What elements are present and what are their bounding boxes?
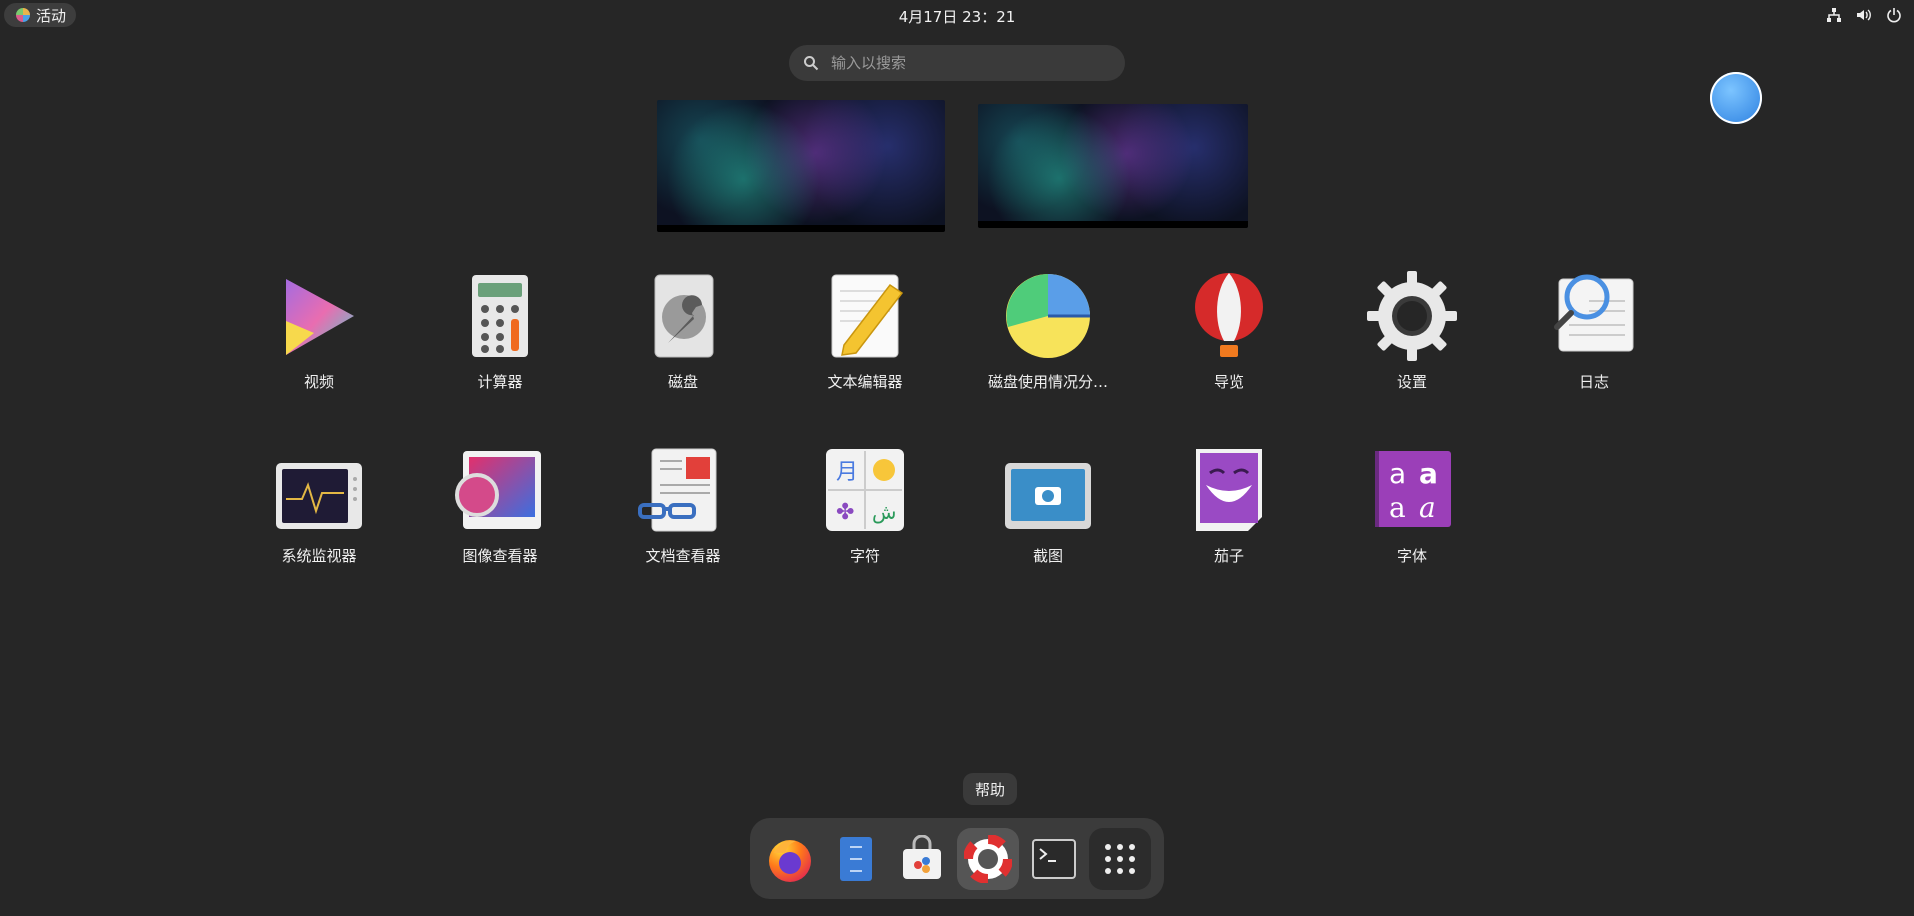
app-text-editor[interactable]: 文本编辑器 bbox=[790, 271, 940, 392]
system-monitor-icon bbox=[274, 445, 364, 535]
network-icon[interactable] bbox=[1826, 7, 1842, 23]
svg-text:a: a bbox=[1419, 457, 1438, 490]
app-label: 导览 bbox=[1213, 373, 1244, 391]
app-label: 文本编辑器 bbox=[827, 373, 903, 391]
app-label: 计算器 bbox=[477, 373, 523, 391]
disk-usage-icon bbox=[1003, 271, 1093, 361]
clock[interactable]: 4月17日 23：21 bbox=[0, 6, 1914, 27]
help-icon[interactable] bbox=[957, 828, 1019, 890]
app-label: 截图 bbox=[1032, 547, 1063, 565]
app-tour[interactable]: 导览 bbox=[1154, 271, 1304, 392]
app-label: 视频 bbox=[303, 373, 334, 391]
app-label: 图像查看器 bbox=[462, 547, 538, 565]
firefox-icon[interactable] bbox=[759, 828, 821, 890]
cheese-icon bbox=[1184, 445, 1274, 535]
settings-gear-icon bbox=[1367, 271, 1457, 361]
app-label: 设置 bbox=[1396, 373, 1427, 391]
app-video[interactable]: 视频 bbox=[244, 271, 394, 392]
show-apps-icon[interactable] bbox=[1089, 828, 1151, 890]
system-tray[interactable] bbox=[1826, 7, 1902, 23]
search-input[interactable] bbox=[829, 53, 1093, 73]
terminal-icon[interactable] bbox=[1023, 828, 1085, 890]
top-bar: 活动 4月17日 23：21 bbox=[0, 0, 1914, 32]
app-label: 磁盘 bbox=[667, 373, 698, 391]
search-icon bbox=[804, 56, 819, 71]
svg-text:月: 月 bbox=[836, 460, 858, 485]
files-icon[interactable] bbox=[825, 828, 887, 890]
svg-text:✤: ✤ bbox=[836, 500, 854, 525]
app-label: 茄子 bbox=[1213, 547, 1244, 565]
app-label: 字符 bbox=[849, 547, 880, 565]
app-characters[interactable]: 月 ✤ ش 字符 bbox=[790, 445, 940, 566]
app-image-viewer[interactable]: 图像查看器 bbox=[425, 445, 575, 566]
workspace-thumbnail-1[interactable] bbox=[657, 100, 945, 232]
app-label: 系统监视器 bbox=[281, 547, 357, 565]
app-screenshot[interactable]: 截图 bbox=[973, 445, 1123, 566]
image-viewer-icon bbox=[455, 445, 545, 535]
dock-tooltip: 帮助 bbox=[963, 773, 1017, 805]
app-document-viewer[interactable]: 文档查看器 bbox=[608, 445, 758, 566]
software-store-icon[interactable] bbox=[891, 828, 953, 890]
globe-indicator-icon[interactable] bbox=[1710, 72, 1762, 124]
app-logs[interactable]: 日志 bbox=[1519, 271, 1669, 392]
app-disk-usage[interactable]: 磁盘使用情况分… bbox=[973, 271, 1123, 392]
logs-icon bbox=[1549, 271, 1639, 361]
dock bbox=[750, 818, 1164, 899]
svg-text:a: a bbox=[1389, 491, 1406, 524]
fonts-icon: a a a a bbox=[1367, 445, 1457, 535]
svg-text:a: a bbox=[1389, 457, 1406, 490]
svg-text:a: a bbox=[1419, 491, 1436, 524]
app-label: 文档查看器 bbox=[645, 547, 721, 565]
app-fonts[interactable]: a a a a 字体 bbox=[1337, 445, 1487, 566]
screenshot-icon bbox=[1003, 445, 1093, 535]
app-settings[interactable]: 设置 bbox=[1337, 271, 1487, 392]
app-label: 磁盘使用情况分… bbox=[987, 373, 1108, 391]
app-system-monitor[interactable]: 系统监视器 bbox=[244, 445, 394, 566]
app-disks[interactable]: 磁盘 bbox=[608, 271, 758, 392]
app-cheese[interactable]: 茄子 bbox=[1154, 445, 1304, 566]
tour-balloon-icon bbox=[1184, 271, 1274, 361]
video-player-icon bbox=[274, 271, 364, 361]
characters-icon: 月 ✤ ش bbox=[820, 445, 910, 535]
svg-text:ش: ش bbox=[872, 500, 896, 524]
text-editor-icon bbox=[820, 271, 910, 361]
workspace-thumbnail-2[interactable] bbox=[978, 104, 1248, 228]
power-icon[interactable] bbox=[1886, 7, 1902, 23]
volume-icon[interactable] bbox=[1856, 7, 1872, 23]
search-box[interactable] bbox=[789, 45, 1125, 81]
app-label: 字体 bbox=[1396, 547, 1427, 565]
calculator-icon bbox=[455, 271, 545, 361]
disks-icon bbox=[638, 271, 728, 361]
document-viewer-icon bbox=[638, 445, 728, 535]
app-label: 日志 bbox=[1578, 373, 1609, 391]
app-calculator[interactable]: 计算器 bbox=[425, 271, 575, 392]
